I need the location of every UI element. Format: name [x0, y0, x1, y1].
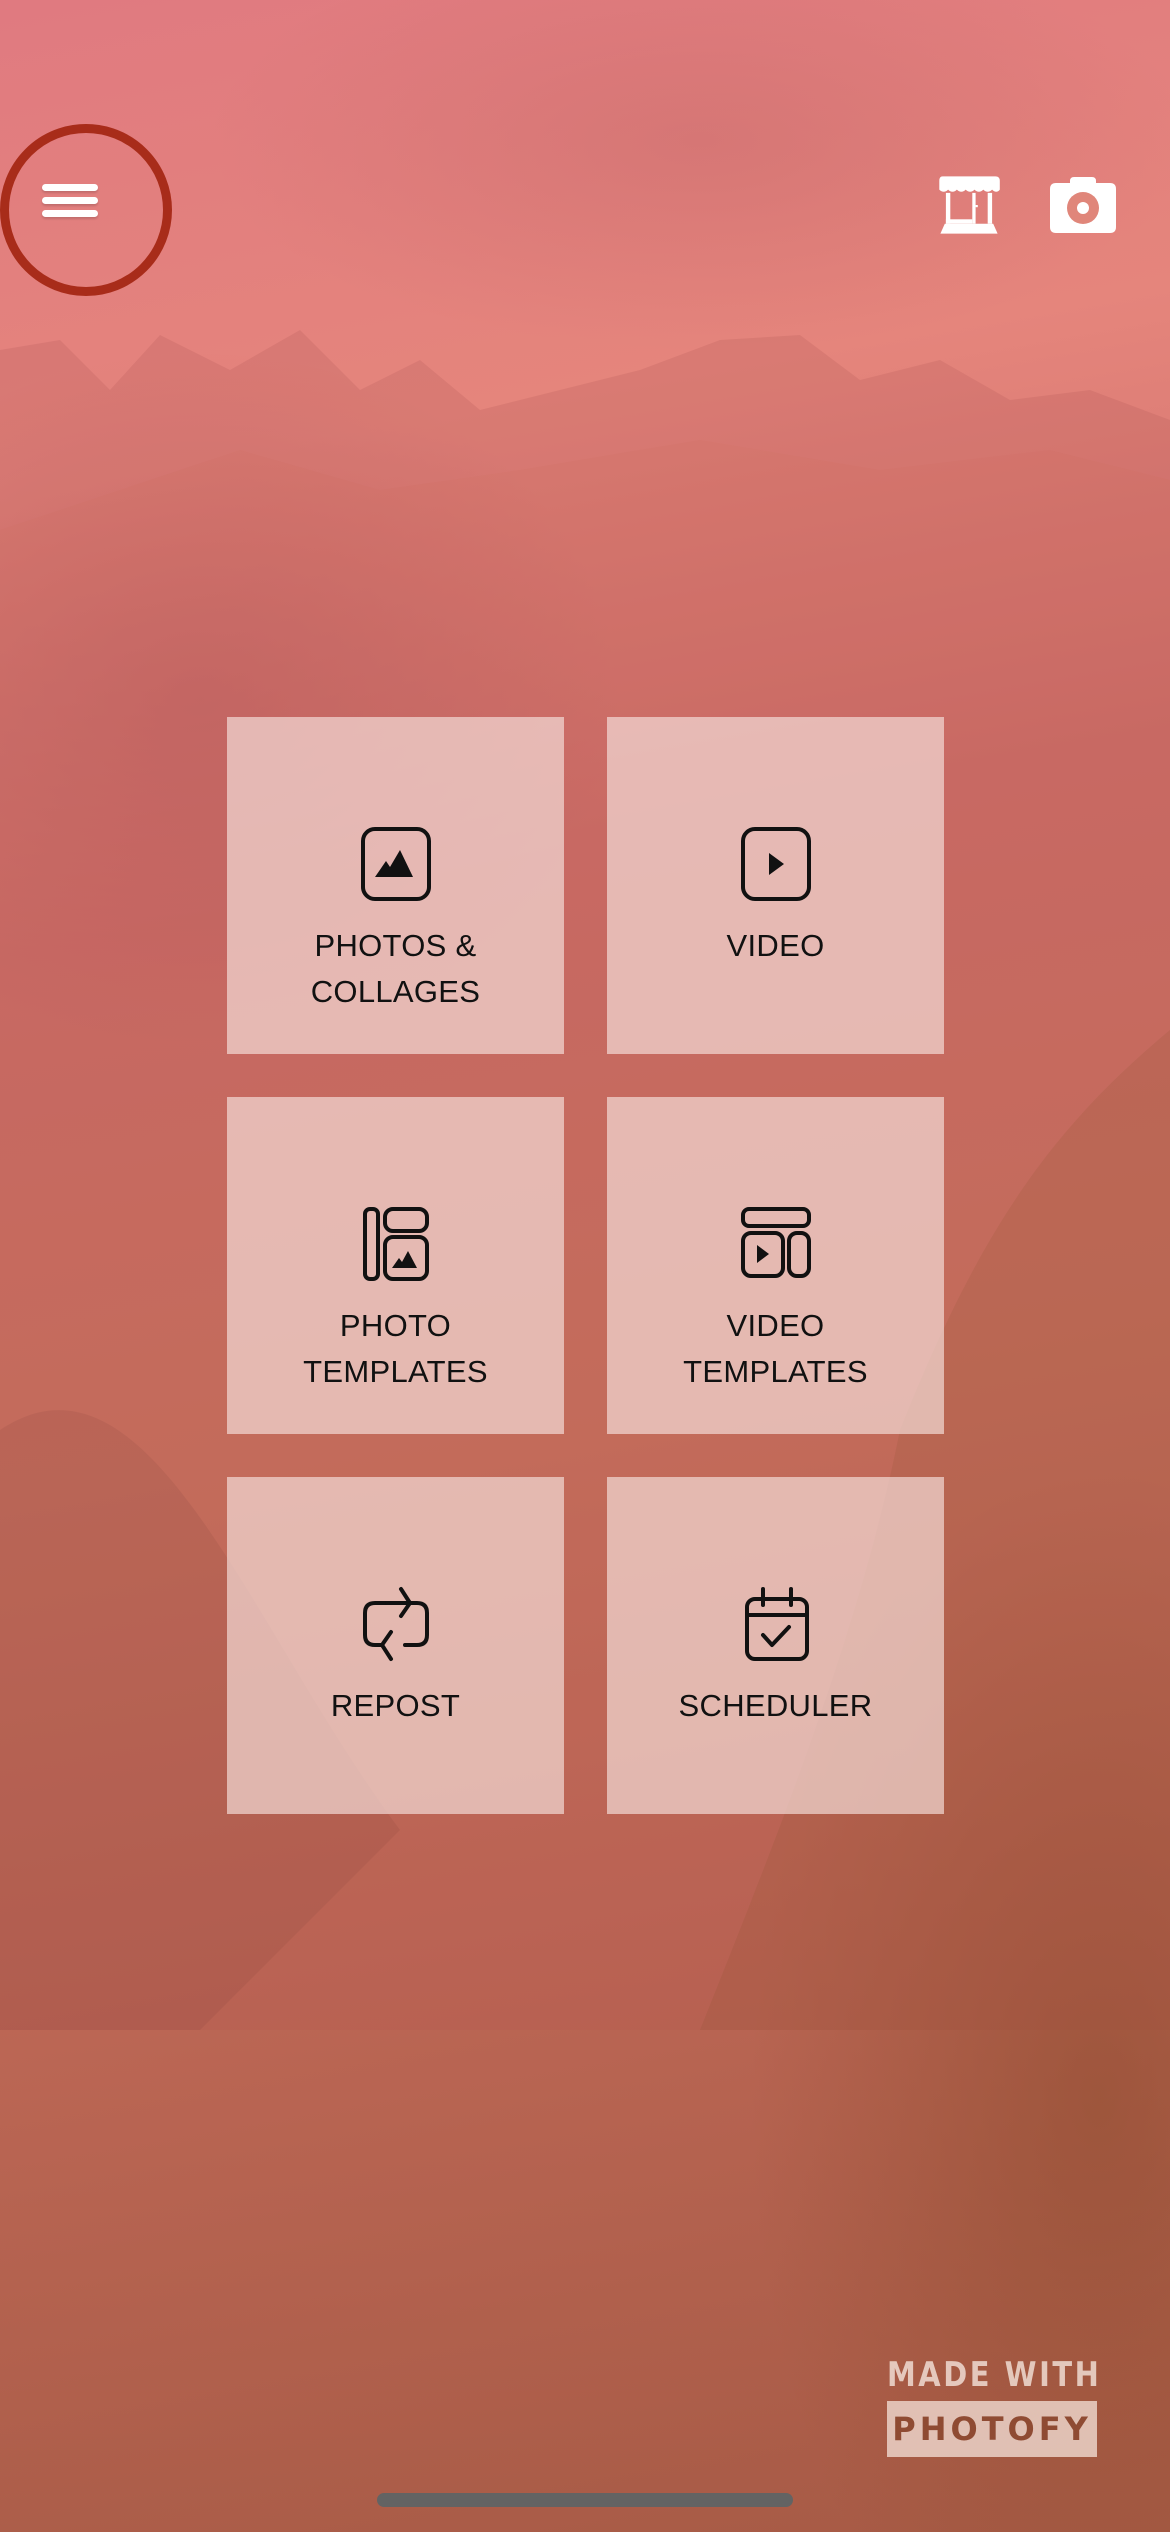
- home-indicator[interactable]: [377, 2493, 793, 2507]
- photo-template-icon: [362, 1207, 429, 1281]
- tile-label: SCHEDULER: [678, 1688, 873, 1723]
- watermark-made-with: MADE WITH: [887, 2355, 1102, 2395]
- repost-icon: [362, 1587, 429, 1661]
- feature-grid: PHOTOS & COLLAGES VIDEO PHOTO TEMPLATES …: [227, 717, 944, 1814]
- watermark-brand: PHOTOFY: [887, 2401, 1097, 2457]
- storefront-icon[interactable]: [936, 174, 1002, 236]
- photos-collages-tile[interactable]: PHOTOS & COLLAGES: [227, 717, 564, 1054]
- video-template-icon: [740, 1207, 811, 1278]
- menu-button[interactable]: [0, 124, 172, 296]
- tile-label: VIDEO: [726, 928, 825, 963]
- photofy-watermark: MADE WITH PHOTOFY: [887, 2355, 1101, 2457]
- repost-tile[interactable]: REPOST: [227, 1477, 564, 1814]
- video-play-icon: [740, 827, 811, 901]
- photo-templates-tile[interactable]: PHOTO TEMPLATES: [227, 1097, 564, 1434]
- photo-icon: [360, 827, 431, 901]
- tile-label: PHOTO TEMPLATES: [303, 1308, 488, 1389]
- tile-label: PHOTOS & COLLAGES: [310, 928, 481, 1009]
- calendar-check-icon: [744, 1587, 809, 1661]
- tile-label: REPOST: [330, 1688, 461, 1723]
- video-tile[interactable]: VIDEO: [607, 717, 944, 1054]
- scheduler-tile[interactable]: SCHEDULER: [607, 1477, 944, 1814]
- video-templates-tile[interactable]: VIDEO TEMPLATES: [607, 1097, 944, 1434]
- hamburger-menu-icon: [42, 178, 98, 223]
- camera-icon[interactable]: [1050, 174, 1116, 236]
- tile-label: VIDEO TEMPLATES: [683, 1308, 868, 1389]
